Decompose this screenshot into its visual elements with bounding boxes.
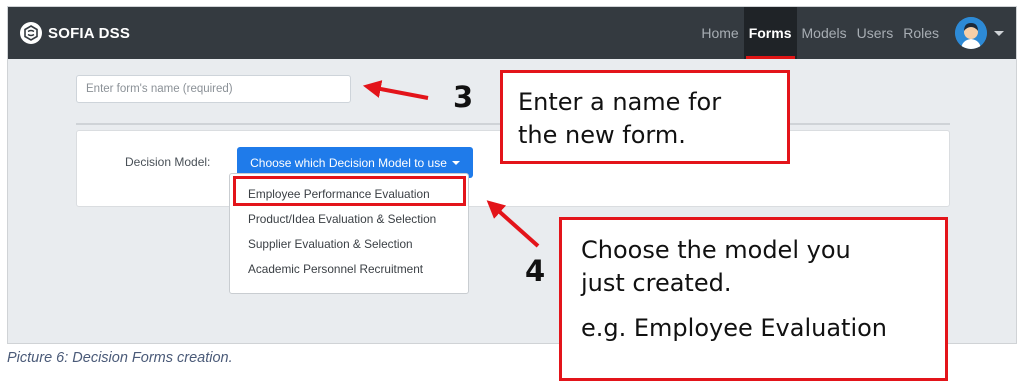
callout-4-line-1: Choose the model you bbox=[581, 236, 851, 264]
nav-item-home[interactable]: Home bbox=[696, 7, 743, 59]
chevron-down-icon[interactable] bbox=[994, 31, 1004, 36]
brand[interactable]: SOFIA DSS bbox=[20, 21, 130, 45]
highlight-box-selected-option bbox=[233, 176, 466, 206]
callout-step-4: Choose the model you just created. e.g. … bbox=[559, 217, 948, 381]
step-number-4: 4 bbox=[525, 254, 546, 288]
dropdown-option-supplier[interactable]: Supplier Evaluation & Selection bbox=[230, 232, 468, 257]
callout-3-line-2: the new form. bbox=[518, 121, 686, 149]
nav-item-roles[interactable]: Roles bbox=[898, 7, 944, 59]
callout-4-example: e.g. Employee Evaluation bbox=[581, 314, 888, 342]
nav-item-users[interactable]: Users bbox=[852, 7, 899, 59]
main-nav: Home Forms Models Users Roles bbox=[696, 7, 944, 59]
callout-3-line-1: Enter a name for bbox=[518, 88, 722, 116]
figure-caption: Picture 6: Decision Forms creation. bbox=[7, 350, 233, 366]
nav-item-forms[interactable]: Forms bbox=[743, 7, 797, 59]
form-name-input[interactable] bbox=[76, 75, 351, 103]
user-avatar-icon[interactable] bbox=[955, 17, 987, 49]
dropdown-option-academic-personnel[interactable]: Academic Personnel Recruitment bbox=[230, 257, 468, 282]
nav-item-models[interactable]: Models bbox=[797, 7, 852, 59]
step-number-3: 3 bbox=[453, 80, 474, 114]
dropdown-button-label: Choose which Decision Model to use bbox=[250, 155, 447, 170]
callout-4-line-2: just created. bbox=[581, 269, 732, 297]
top-navbar: SOFIA DSS Home Forms Models Users Roles bbox=[8, 7, 1016, 59]
brand-name: SOFIA DSS bbox=[48, 24, 131, 42]
dropdown-option-product-idea[interactable]: Product/Idea Evaluation & Selection bbox=[230, 207, 468, 232]
decision-model-label: Decision Model: bbox=[125, 155, 211, 169]
caret-down-icon bbox=[451, 161, 460, 165]
sofia-logo-icon bbox=[20, 22, 42, 44]
callout-step-3: Enter a name for the new form. bbox=[500, 70, 790, 164]
